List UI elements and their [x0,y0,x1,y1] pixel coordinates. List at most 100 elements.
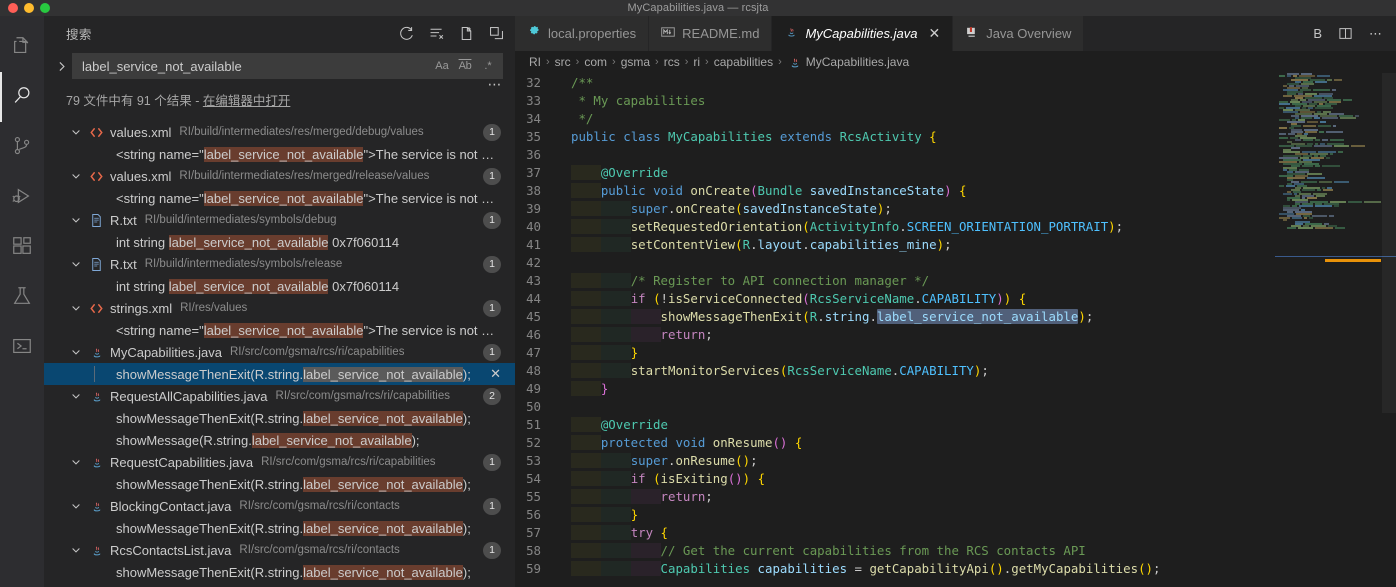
result-file-row[interactable]: values.xml RI/build/intermediates/res/mer… [44,165,515,187]
chevron-down-icon[interactable] [68,297,84,319]
result-match-row[interactable]: int string label_service_not_available 0… [44,231,515,253]
result-file-row[interactable]: R.txt RI/build/intermediates/symbols/rele… [44,253,515,275]
indent-guide [571,218,601,234]
code-token: onCreate [690,182,751,198]
minimap-token [1298,227,1314,229]
breadcrumb-item[interactable]: com [584,55,607,69]
search-icon [11,85,33,110]
chevron-down-icon[interactable] [68,539,84,561]
result-match-row[interactable]: <string name="label_service_not_availabl… [44,187,515,209]
more-actions-button[interactable]: ⋯ [1369,26,1382,42]
source-control-icon [11,135,33,160]
minimap-slider[interactable] [1382,73,1396,413]
result-file-row[interactable]: values.xml RI/build/intermediates/res/mer… [44,121,515,143]
result-file-row[interactable]: strings.xml RI/res/values 1 [44,297,515,319]
result-match-text: showMessageThenExit(R.string.label_servi… [116,476,471,492]
line-number: 47 [526,344,541,360]
indent-guide [600,488,631,504]
code-token: . [817,308,825,324]
code-token: ) [742,470,751,486]
result-match-row[interactable]: showMessageThenExit(R.string.label_servi… [44,517,515,539]
indent-guide [571,380,601,396]
tab-mycapabilities-java[interactable]: MyCapabilities.java ✕ [772,16,954,51]
minimap-token [1334,227,1345,229]
breadcrumb-item[interactable]: gsma [621,55,650,69]
activity-run-and-debug[interactable] [0,172,44,222]
minimap-token [1315,205,1333,207]
use-regex-toggle[interactable]: .* [478,56,498,76]
clear-all-icon[interactable] [428,25,445,42]
minimap-token [1303,217,1307,219]
chevron-down-icon[interactable] [68,495,84,517]
result-file-row[interactable]: MyCapabilities.java RI/src/com/gsma/rcs/r… [44,341,515,363]
bookmark-b-button[interactable]: B [1313,26,1322,41]
chevron-down-icon[interactable] [68,341,84,363]
chevron-down-icon[interactable] [68,253,84,275]
breadcrumb-item[interactable]: ri [693,55,700,69]
minimap-token [1343,99,1352,101]
result-match-row[interactable]: <string name="label_service_not_availabl… [44,319,515,341]
refresh-icon[interactable] [398,25,415,42]
dismiss-match-icon[interactable]: ✕ [480,366,501,382]
activity-terminal[interactable] [0,322,44,372]
result-file-row[interactable]: BlockingContact.java RI/src/com/gsma/rcs/… [44,495,515,517]
new-editor-icon[interactable] [458,25,475,42]
toggle-search-details-icon[interactable] [50,54,72,78]
match-case-toggle[interactable]: Aa [432,56,452,76]
result-file-row[interactable]: RcsContactsList.java RI/src/com/gsma/rcs/… [44,539,515,561]
code-token: ; [1085,308,1094,324]
code-token: class [623,128,661,144]
breadcrumb-item[interactable]: capabilities [714,55,773,69]
collapse-all-icon[interactable] [488,25,505,42]
result-match-row[interactable]: <string name="label_service_not_availabl… [44,143,515,165]
breadcrumb-item[interactable]: rcs [664,55,680,69]
search-input[interactable]: label_service_not_available Aa Ab .* [72,53,503,79]
code-line: 55 return; [515,487,1275,505]
activity-testing[interactable] [0,272,44,322]
code-token: if [630,290,646,306]
result-file-row[interactable]: RequestAllCapabilities.java RI/src/com/gs… [44,385,515,407]
split-editor-button[interactable] [1338,26,1353,41]
minimap-match-marker [1325,259,1381,262]
code-token: ( [1138,560,1146,576]
result-match-row[interactable]: showMessageThenExit(R.string.label_servi… [44,561,515,583]
tab-local-properties[interactable]: local.properties [515,16,650,51]
tab-label: README.md [682,26,760,41]
result-match-row[interactable]: int string label_service_not_available 0… [44,275,515,297]
result-match-row[interactable]: showMessageThenExit(R.string.label_servi… [44,407,515,429]
activity-extensions[interactable] [0,222,44,272]
activity-search[interactable] [0,72,44,122]
chevron-down-icon[interactable] [68,121,84,143]
code-editor[interactable]: 32/** 33 * My capabilities 34 */35 public c… [515,73,1275,587]
result-match-row[interactable]: showMessage(R.string.label_service_not_a… [44,429,515,451]
chevron-down-icon[interactable] [68,209,84,231]
code-token: { [959,182,967,198]
line-source: public class MyCapabilities extends RcsA… [557,129,1275,144]
result-match-row[interactable]: showMessageThenExit(R.string.label_servi… [44,473,515,495]
minimap-token [1317,75,1331,77]
open-in-editor-link[interactable]: 在编辑器中打开 [203,94,291,108]
chevron-down-icon[interactable] [68,451,84,473]
chevron-down-icon[interactable] [68,385,84,407]
code-line: 43 /* Register to API connection manager… [515,271,1275,289]
line-number: 50 [526,398,541,414]
match-whole-word-toggle[interactable]: Ab [455,56,475,76]
result-match-row-selected[interactable]: showMessageThenExit(R.string.label_servi… [44,363,515,385]
tab-readme-md[interactable]: README.md [649,16,773,51]
result-file-row[interactable]: RequestCapabilities.java RI/src/com/gsma/… [44,451,515,473]
breadcrumb-item[interactable]: src [555,55,571,69]
code-token: return [660,488,706,504]
breadcrumb-item[interactable]: MyCapabilities.java [787,55,909,70]
line-number: 32 [526,74,541,90]
close-icon[interactable]: ✕ [928,25,940,42]
result-file-row[interactable]: R.txt RI/build/intermediates/symbols/debu… [44,209,515,231]
code-line: 42 [515,253,1275,271]
search-more-actions-button[interactable]: ⋯ [488,77,504,91]
chevron-down-icon[interactable] [68,165,84,187]
activity-explorer[interactable] [0,22,44,72]
breadcrumb-item[interactable]: RI [529,55,541,69]
activity-source-control[interactable] [0,122,44,172]
tab-java-overview[interactable]: Java Overview [953,16,1085,51]
code-line: 47 } [515,343,1275,361]
minimap[interactable] [1275,73,1396,587]
